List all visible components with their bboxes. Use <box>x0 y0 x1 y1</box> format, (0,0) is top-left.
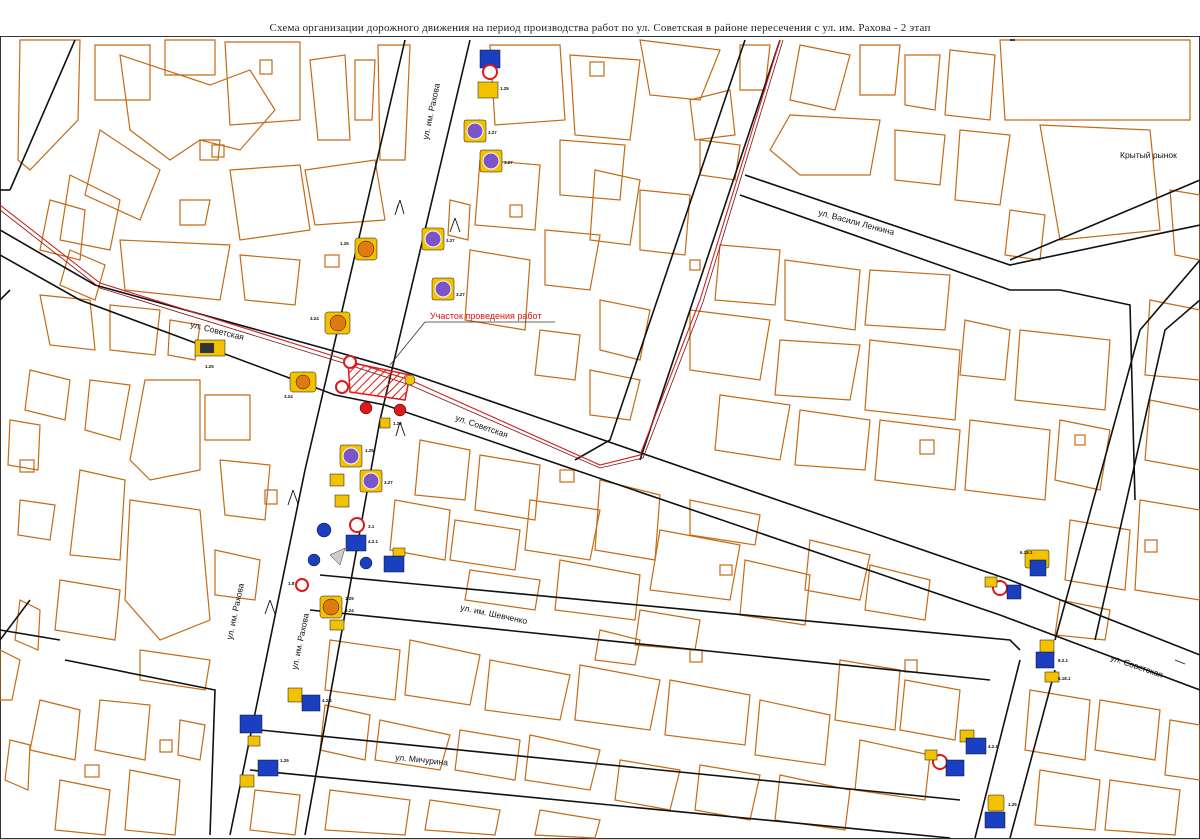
svg-text:4.2.1: 4.2.1 <box>322 698 333 703</box>
svg-text:3.24: 3.24 <box>345 608 354 613</box>
no-entry-sign-icon <box>349 517 365 533</box>
svg-text:1.8: 1.8 <box>288 581 295 586</box>
map-page: Схема организации дорожного движения на … <box>0 0 1200 839</box>
warning-sign-icon <box>322 598 340 616</box>
warning-sign-icon <box>295 374 311 390</box>
stop-sign-icon <box>359 401 373 415</box>
road-network <box>0 39 1200 839</box>
street-label-michurina: ул. Мичурина <box>395 752 449 768</box>
sign-stack-southeast: 1.25 <box>984 794 1017 829</box>
sign-stack-rakhova-south-1: 1.25 <box>339 444 374 468</box>
no-entry-sign-icon <box>335 380 349 394</box>
street-label-sovetskaya-east: ул. Советская <box>1109 652 1164 679</box>
sign-stack-sovetskaya-east-2: 8.2.1 6.18.1 <box>1035 639 1071 683</box>
detour-sign-icon <box>342 447 360 465</box>
svg-text:3.24: 3.24 <box>310 316 319 321</box>
arrow-icon <box>394 199 405 216</box>
detour-sign-icon <box>424 230 442 248</box>
svg-text:1.25: 1.25 <box>205 364 214 369</box>
stop-sign-icon <box>393 403 407 417</box>
sign-stack-rakhova-south-3 <box>329 473 350 508</box>
market-label: Крытый рынок <box>1120 150 1177 160</box>
no-entry-sign-icon <box>482 64 498 80</box>
svg-text:1.25: 1.25 <box>365 448 374 453</box>
sign-stack-sovetskaya-west: 1.25 <box>194 339 226 369</box>
sign-stack-rakhova-north-3: 3.27 <box>479 149 513 173</box>
arrow-icon <box>264 599 276 615</box>
sign-stack-rakhova-north-2: 3.27 <box>463 119 497 143</box>
arrow-icon <box>449 217 461 233</box>
work-zone: Участок проведения работ <box>347 311 555 401</box>
street-label-rakhova-north: ул. им. Рахова <box>420 82 442 140</box>
svg-text:1.25: 1.25 <box>280 758 289 763</box>
sign-stack-sovetskaya-west-2: 3.24 <box>284 371 317 399</box>
sign-stack-rakhova-west-1: 1.25 <box>340 237 378 261</box>
tram-line <box>0 39 784 469</box>
work-zone-label: Участок проведения работ <box>430 311 541 321</box>
detour-sign-icon <box>362 472 380 490</box>
warning-sign-icon <box>329 314 347 332</box>
warning-sign-icon <box>357 240 375 258</box>
svg-text:3.27: 3.27 <box>446 238 455 243</box>
sign-stack-rakhova-south-4: 3.1 4.2.1 <box>345 517 379 552</box>
svg-text:3.27: 3.27 <box>456 292 465 297</box>
svg-text:1.25: 1.25 <box>1008 802 1017 807</box>
direction-sign-icon <box>307 553 321 567</box>
svg-text:4.2.1: 4.2.1 <box>368 539 379 544</box>
direction-sign-icon <box>316 522 332 538</box>
svg-text:6.18.1: 6.18.1 <box>1020 550 1033 555</box>
detour-sign-icon <box>482 152 500 170</box>
svg-text:1.25: 1.25 <box>500 86 509 91</box>
svg-text:3.24: 3.24 <box>284 394 293 399</box>
street-label-rakhova-south-2: ул. им. Рахова <box>289 612 311 670</box>
street-labels: ул. Советская ул. Советская ул. Советска… <box>190 82 1178 767</box>
sign-stack-rakhova-west-2: 3.24 <box>310 311 351 335</box>
svg-text:1.25: 1.25 <box>345 596 354 601</box>
scheme-title: Схема организации дорожного движения на … <box>269 22 931 34</box>
no-entry-sign-icon <box>343 355 357 369</box>
direction-sign-icon <box>359 556 373 570</box>
svg-text:8.2.1: 8.2.1 <box>1058 658 1069 663</box>
warning-sign-icon <box>404 374 416 386</box>
sign-stack-rakhova-south-6: 1.25 3.24 <box>319 595 354 631</box>
svg-text:6.18.1: 6.18.1 <box>1058 676 1071 681</box>
svg-text:1.25: 1.25 <box>393 421 402 426</box>
svg-text:3.1: 3.1 <box>368 524 375 529</box>
svg-text:4.2.1: 4.2.1 <box>988 744 999 749</box>
arrow-icon <box>1174 659 1186 665</box>
street-label-shevchenko: ул. им. Шевченко <box>460 602 529 626</box>
sign-stack-rakhova-north-5: 3.27 <box>431 277 465 301</box>
detour-sign-icon <box>466 122 484 140</box>
sheet-frame <box>0 36 1200 839</box>
arrow-icon <box>287 489 299 506</box>
svg-text:3.27: 3.27 <box>488 130 497 135</box>
sign-stack-rakhova-south-2: 3.27 <box>359 469 393 493</box>
sign-stack-rakhova-south-7: 4.2.1 <box>287 687 333 712</box>
traffic-scheme-map: Участок проведения работ ул. Советская у… <box>0 36 1200 839</box>
svg-text:3.27: 3.27 <box>384 480 393 485</box>
street-label-rakhova-south-1: ул. им. Рахова <box>224 582 246 640</box>
no-entry-sign-icon <box>295 578 309 592</box>
svg-text:3.27: 3.27 <box>504 160 513 165</box>
detour-sign-icon <box>434 280 452 298</box>
svg-text:1.25: 1.25 <box>340 241 349 246</box>
sign-stack-rakhova-north-1: 1.25 <box>477 49 509 99</box>
